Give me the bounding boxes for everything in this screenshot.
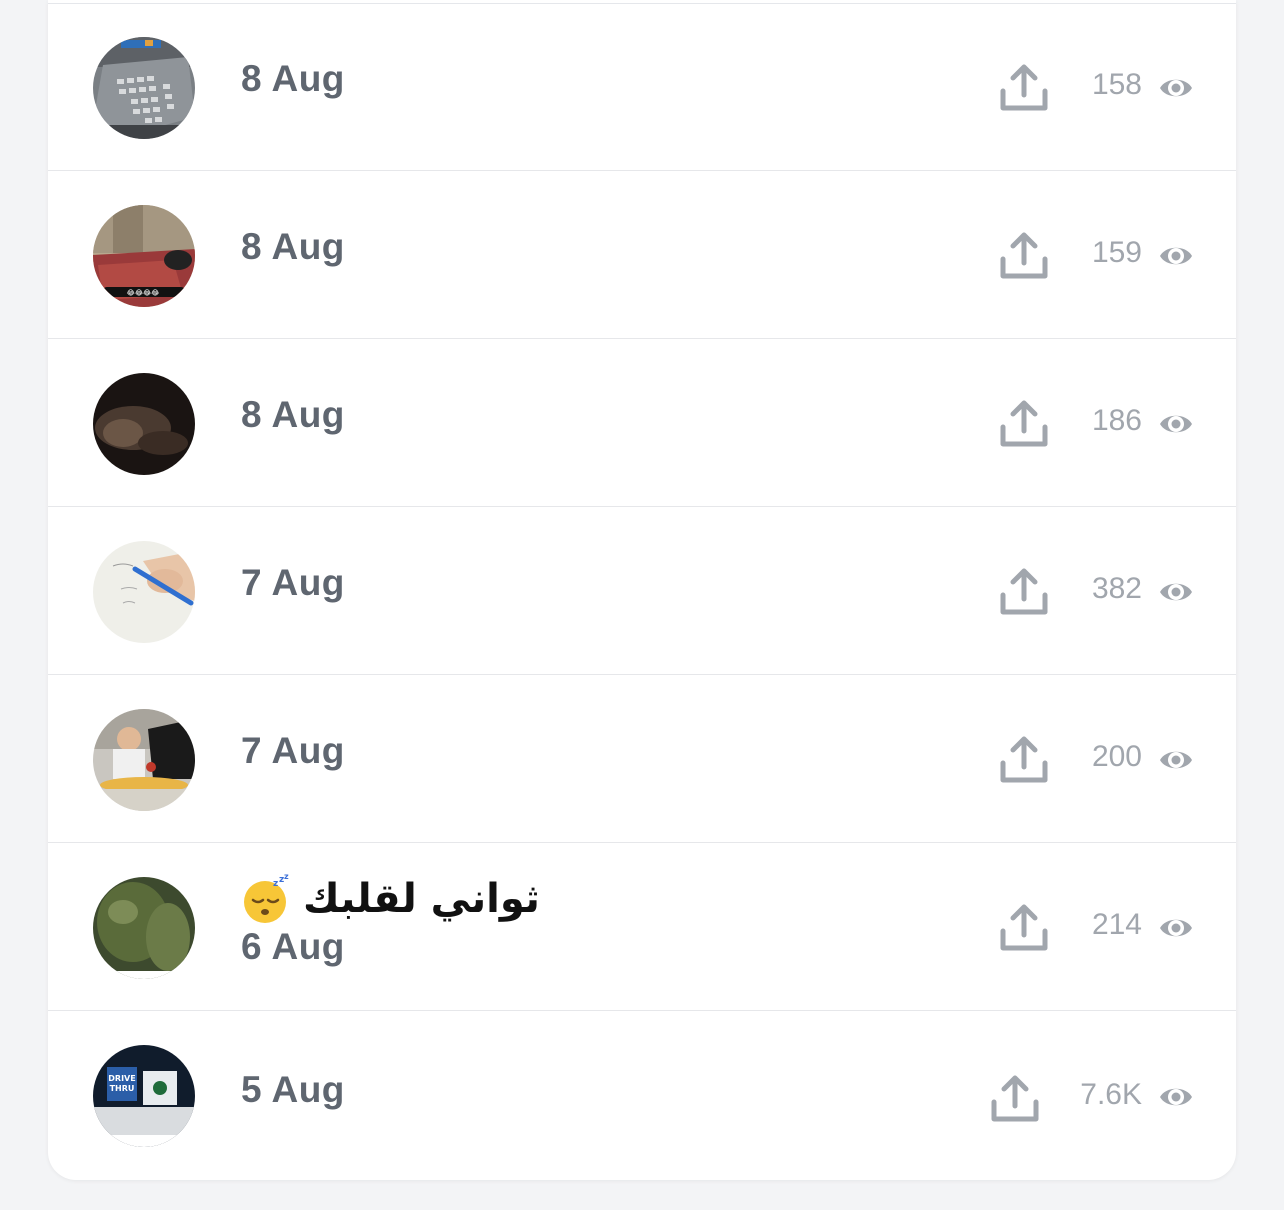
upload-icon[interactable] xyxy=(999,567,1049,617)
eye-icon xyxy=(1160,1088,1192,1106)
mossy-rock-thumbnail[interactable] xyxy=(93,877,195,979)
eye-icon xyxy=(1160,919,1192,937)
drive-thru-thumbnail[interactable]: DRIVE THRU xyxy=(93,1045,195,1147)
people-food-thumbnail[interactable] xyxy=(93,709,195,811)
post-meta: 7 Aug xyxy=(241,562,345,604)
list-item[interactable]: 7 Aug 200 xyxy=(48,676,1236,843)
post-date: 7 Aug xyxy=(241,730,345,771)
view-count: 7.6K xyxy=(1080,1078,1142,1111)
dark-scene-thumbnail[interactable] xyxy=(93,373,195,475)
post-date: 5 Aug xyxy=(241,1069,345,1110)
post-date: 8 Aug xyxy=(241,394,345,435)
view-count: 382 xyxy=(1091,572,1142,605)
post-date: 8 Aug xyxy=(241,58,345,99)
handwriting-thumbnail[interactable] xyxy=(93,541,195,643)
svg-text:DRIVE: DRIVE xyxy=(108,1074,135,1083)
svg-text:z: z xyxy=(273,879,278,889)
post-date: 7 Aug xyxy=(241,562,345,603)
eye-icon xyxy=(1160,247,1192,265)
post-meta: 8 Aug xyxy=(241,394,345,436)
eye-icon xyxy=(1160,751,1192,769)
upload-icon[interactable] xyxy=(999,735,1049,785)
eye-icon xyxy=(1160,415,1192,433)
list-item[interactable]: 😂😂😂😂 8 Aug 159 xyxy=(48,172,1236,339)
post-meta: 7 Aug xyxy=(241,730,345,772)
view-count: 158 xyxy=(1091,68,1142,101)
upload-icon[interactable] xyxy=(999,231,1049,281)
upload-icon[interactable] xyxy=(999,63,1049,113)
room-rug-thumbnail[interactable]: 😂😂😂😂 xyxy=(93,205,195,307)
list-item[interactable]: 8 Aug 158 xyxy=(48,4,1236,171)
svg-text:THRU: THRU xyxy=(110,1084,135,1093)
upload-icon[interactable] xyxy=(999,399,1049,449)
post-caption-row: z z z ثواني لقلبك xyxy=(241,872,540,926)
post-meta: 5 Aug xyxy=(241,1069,345,1111)
svg-text:😂😂😂😂: 😂😂😂😂 xyxy=(127,289,160,297)
upload-icon[interactable] xyxy=(999,903,1049,953)
list-item[interactable]: DRIVE THRU 5 Aug 7.6K xyxy=(48,1012,1236,1179)
list-item[interactable]: 8 Aug 186 xyxy=(48,340,1236,507)
post-date: 8 Aug xyxy=(241,226,345,267)
story-list-card: 8 Aug 158 😂😂😂😂 8 Aug 159 8 Aug 186 7 Aug… xyxy=(48,0,1236,1180)
post-caption: ثواني لقلبك xyxy=(303,876,540,922)
list-item[interactable]: z z z ثواني لقلبك 6 Aug 214 xyxy=(48,844,1236,1011)
post-meta: z z z ثواني لقلبك 6 Aug xyxy=(241,872,540,968)
post-meta: 8 Aug xyxy=(241,58,345,100)
eye-icon xyxy=(1160,583,1192,601)
svg-text:z: z xyxy=(284,874,289,881)
view-count: 159 xyxy=(1091,236,1142,269)
upload-icon[interactable] xyxy=(990,1074,1040,1124)
post-meta: 8 Aug xyxy=(241,226,345,268)
eye-icon xyxy=(1160,79,1192,97)
view-count: 186 xyxy=(1091,404,1142,437)
keypad-thumbnail[interactable] xyxy=(93,37,195,139)
view-count: 214 xyxy=(1091,908,1142,941)
sleeping-face-icon: z z z xyxy=(244,874,289,923)
post-date: 6 Aug xyxy=(241,926,345,967)
view-count: 200 xyxy=(1091,740,1142,773)
list-item[interactable]: 7 Aug 382 xyxy=(48,508,1236,675)
